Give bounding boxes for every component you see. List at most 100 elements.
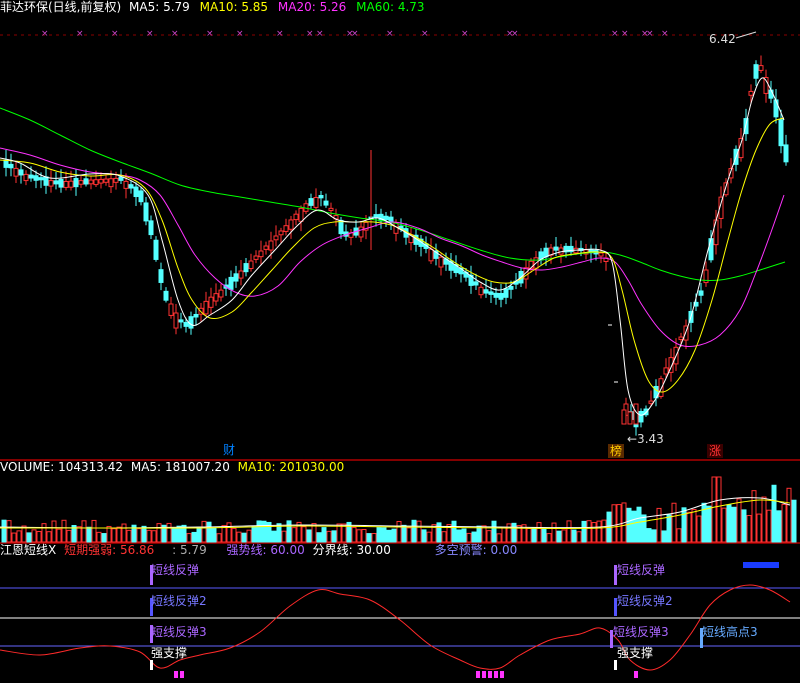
signal-marker: × <box>171 29 179 39</box>
volume-bar <box>711 476 717 543</box>
volume-bar <box>151 530 157 543</box>
candle-body <box>243 263 249 273</box>
candle-body <box>498 292 504 300</box>
volume-bar <box>46 531 52 543</box>
volume-bar <box>721 507 727 543</box>
limit-up-badge[interactable]: 涨 <box>707 444 724 458</box>
candle-body <box>63 180 69 188</box>
volume-bar <box>121 523 127 543</box>
candle-body <box>328 207 334 211</box>
volume-bar <box>101 533 107 543</box>
candle-body <box>118 176 124 181</box>
candle-body <box>358 226 364 238</box>
candle-body <box>138 190 144 203</box>
volume-bar <box>186 533 192 543</box>
volume-bar <box>791 499 797 543</box>
volume-bar <box>486 530 492 543</box>
high-price-label: 6.42 <box>709 32 736 46</box>
signal-rebound2-1: 短线反弹2 <box>151 594 207 608</box>
magenta-marker <box>174 671 178 678</box>
magenta-marker <box>500 671 504 678</box>
volume-bar <box>376 527 382 543</box>
candle-body <box>48 180 54 187</box>
signal-marker: × <box>351 29 359 39</box>
volume-bar <box>706 505 712 543</box>
signal-bar <box>614 660 617 670</box>
signal-marker: × <box>146 29 154 39</box>
volume-bar <box>461 528 467 543</box>
candle-body <box>283 225 289 232</box>
volume-bar <box>716 476 722 543</box>
candle-body <box>178 319 184 323</box>
volume-bar <box>136 528 142 543</box>
candle-body <box>483 289 489 294</box>
volume-bar <box>16 530 22 543</box>
candle-body <box>193 313 199 318</box>
volume-bar <box>196 526 202 543</box>
volume-bar <box>256 520 262 543</box>
signal-marker: × <box>661 29 669 39</box>
ma60-line <box>0 107 786 282</box>
volume-bar <box>541 528 547 543</box>
volume-bar <box>366 533 372 543</box>
candlestick-chart[interactable]: × × × × × × × × × × ×× × × × ×× × × ×× × <box>0 0 800 683</box>
candle-body <box>153 239 159 260</box>
signal-marker: × <box>41 29 49 39</box>
volume-bar <box>11 532 17 543</box>
volume-bar <box>261 520 267 543</box>
candle-body <box>3 159 9 168</box>
volume-bar <box>741 509 747 543</box>
volume-bar <box>636 506 642 543</box>
magenta-marker <box>634 671 638 678</box>
volume-bar <box>676 528 682 543</box>
volume-bar <box>451 520 457 543</box>
signal-rebound2-2: 短线反弹2 <box>617 594 673 608</box>
volume-bar <box>416 520 422 543</box>
candle-body <box>273 235 279 241</box>
finance-badge[interactable]: 财 <box>221 443 237 457</box>
ma10-line <box>0 117 785 393</box>
candle-body <box>473 281 479 286</box>
signal-marker: × <box>461 29 469 39</box>
volume-bar <box>411 519 417 543</box>
volume-bar <box>756 513 762 543</box>
volume-bar <box>736 498 742 543</box>
volume-bar <box>251 525 257 543</box>
candle-body <box>748 90 754 96</box>
volume-bar <box>306 529 312 543</box>
candle-body <box>778 119 784 147</box>
candle-body <box>438 256 444 268</box>
volume-bar <box>591 522 597 543</box>
volume-bar <box>326 530 332 543</box>
vol-ma10-value: 201030.00 <box>279 460 345 474</box>
volume-bar <box>641 514 647 543</box>
volume-value: 104313.42 <box>58 460 124 474</box>
candle-body <box>278 230 284 236</box>
vol-ma10-label: MA10: <box>237 460 276 474</box>
volume-bar <box>781 503 787 543</box>
volume-bar <box>691 508 697 543</box>
candle-body <box>78 180 84 185</box>
volume-bar <box>766 509 772 543</box>
volume-bar <box>231 527 237 543</box>
volume-bar <box>116 526 122 543</box>
volume-bar <box>441 531 447 543</box>
volume-bar <box>271 530 277 543</box>
volume-bar <box>41 523 47 543</box>
volume-bar <box>526 527 532 543</box>
volume-bar <box>211 527 217 543</box>
volume-bar <box>761 496 767 543</box>
volume-bar <box>361 528 367 543</box>
magenta-marker <box>482 671 486 678</box>
candle-body <box>263 245 269 250</box>
volume-bar <box>226 522 232 543</box>
volume-bar <box>561 529 567 543</box>
candle-body <box>621 409 627 425</box>
volume-bar <box>496 533 502 543</box>
signal-marker: × <box>511 29 519 39</box>
vol-ma5-value: 181007.20 <box>164 460 230 474</box>
candle-body <box>88 179 94 185</box>
ranking-badge[interactable]: 榜 <box>608 444 625 458</box>
candle-body <box>293 213 299 221</box>
candle-body <box>323 200 329 206</box>
